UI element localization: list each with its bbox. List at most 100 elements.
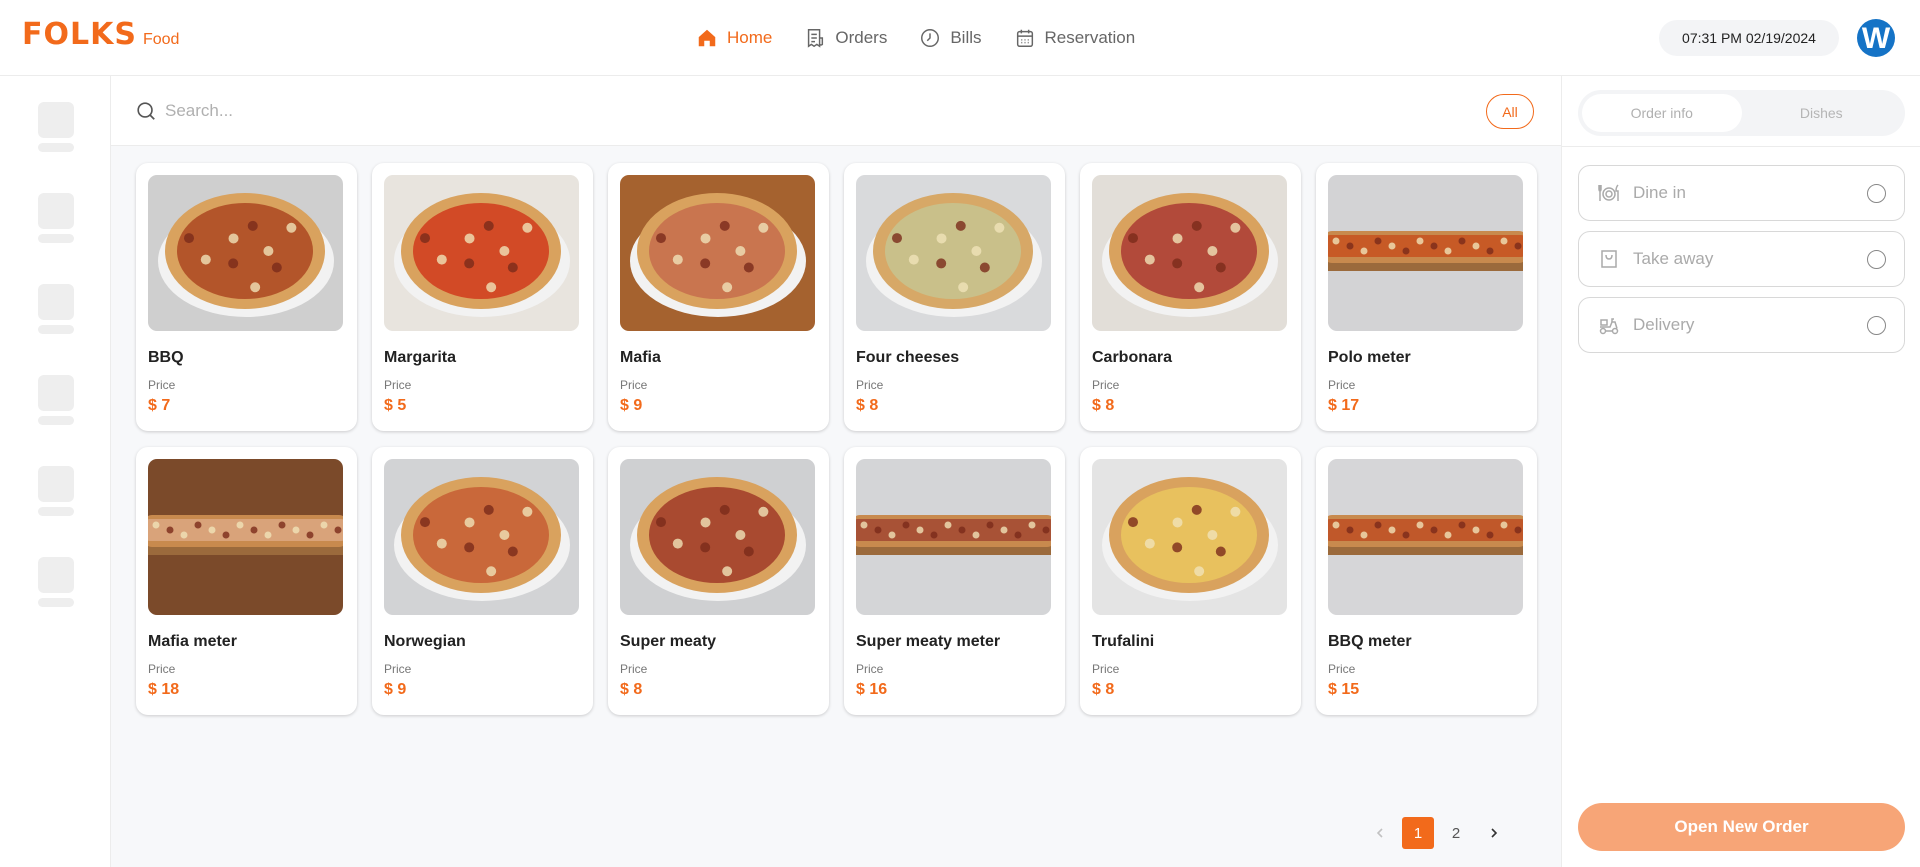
nav-orders[interactable]: Orders bbox=[804, 24, 887, 52]
datetime-display: 07:31 PM 02/19/2024 bbox=[1659, 20, 1839, 56]
chevron-right-icon bbox=[1491, 828, 1498, 838]
dine-in-radio[interactable] bbox=[1867, 183, 1886, 203]
open-new-order-button[interactable]: Open New Order bbox=[1578, 803, 1905, 851]
dish-card[interactable]: Trufalini Price $ 8 bbox=[1080, 447, 1301, 715]
dish-image bbox=[1328, 459, 1523, 615]
brand-logo[interactable]: FOLKS Food bbox=[22, 20, 179, 50]
search-input[interactable] bbox=[165, 96, 1065, 126]
dish-price: $ 8 bbox=[1092, 397, 1115, 414]
dish-card[interactable]: BBQ Price $ 7 bbox=[136, 163, 357, 431]
dish-card[interactable]: Mafia meter Price $ 18 bbox=[136, 447, 357, 715]
pizza-photo bbox=[856, 459, 1051, 615]
sidebar-item-skeleton[interactable] bbox=[38, 284, 74, 334]
dish-name: Mafia bbox=[620, 349, 661, 366]
dish-price: $ 16 bbox=[856, 681, 888, 698]
sidebar-item-skeleton[interactable] bbox=[38, 102, 74, 152]
dish-image bbox=[620, 459, 815, 615]
dish-name: Four cheeses bbox=[856, 349, 960, 366]
dish-image bbox=[148, 175, 343, 331]
filter-all-chip[interactable]: All bbox=[1486, 94, 1534, 129]
delivery-radio[interactable] bbox=[1867, 315, 1886, 335]
dish-card[interactable]: Four cheeses Price $ 8 bbox=[844, 163, 1065, 431]
tab-order-info[interactable]: Order info bbox=[1582, 94, 1742, 132]
sidebar-item-skeleton[interactable] bbox=[38, 193, 74, 243]
tab-dishes[interactable]: Dishes bbox=[1742, 94, 1902, 132]
nav-home-label: Home bbox=[727, 28, 773, 47]
sidebar-icon-placeholder bbox=[38, 193, 74, 229]
pizza-photo bbox=[384, 175, 579, 331]
dine-in-icon bbox=[1598, 184, 1619, 201]
clock-icon bbox=[921, 29, 940, 47]
price-label: Price bbox=[1328, 378, 1356, 392]
order-type-delivery[interactable]: Delivery bbox=[1578, 297, 1905, 353]
dish-image bbox=[856, 459, 1051, 615]
sidebar-label-placeholder bbox=[38, 234, 74, 243]
avatar-initial: W bbox=[1861, 22, 1891, 55]
dish-image bbox=[1328, 175, 1523, 331]
next-page-button[interactable] bbox=[1478, 817, 1510, 849]
dish-card[interactable]: Margarita Price $ 5 bbox=[372, 163, 593, 431]
dish-image bbox=[620, 175, 815, 331]
sidebar-item-skeleton[interactable] bbox=[38, 375, 74, 425]
pizza-photo bbox=[148, 175, 343, 331]
nav-bills[interactable]: Bills bbox=[919, 24, 982, 52]
page-2-button[interactable]: 2 bbox=[1440, 817, 1472, 849]
logo-text: FOLKS bbox=[22, 17, 137, 52]
dish-image bbox=[856, 175, 1051, 331]
sidebar-icon-placeholder bbox=[38, 375, 74, 411]
nav-home[interactable]: Home bbox=[696, 24, 772, 52]
price-label: Price bbox=[620, 378, 648, 392]
user-avatar[interactable]: W bbox=[1857, 19, 1895, 57]
dish-price: $ 15 bbox=[1328, 681, 1360, 698]
dish-card[interactable]: Norwegian Price $ 9 bbox=[372, 447, 593, 715]
dish-price: $ 9 bbox=[620, 397, 643, 414]
sidebar-label-placeholder bbox=[38, 416, 74, 425]
dish-name: BBQ meter bbox=[1328, 633, 1412, 650]
dish-name: Carbonara bbox=[1092, 349, 1173, 366]
dish-price: $ 8 bbox=[620, 681, 643, 698]
main-content: All BBQ Price $ 7 Margarita Price $ 5 Mafia Pri… bbox=[111, 76, 1561, 867]
nav-bills-label: Bills bbox=[950, 28, 982, 47]
sidebar-label-placeholder bbox=[38, 598, 74, 607]
dish-card[interactable]: Mafia Price $ 9 bbox=[608, 163, 829, 431]
sidebar-item-skeleton[interactable] bbox=[38, 466, 74, 516]
dish-price: $ 8 bbox=[1092, 681, 1115, 698]
dish-name: Super meaty meter bbox=[856, 633, 1001, 650]
dish-card[interactable]: Super meaty Price $ 8 bbox=[608, 447, 829, 715]
sidebar-item-skeleton[interactable] bbox=[38, 557, 74, 607]
dine-in-label: Dine in bbox=[1633, 183, 1686, 202]
dish-name: Norwegian bbox=[384, 633, 466, 650]
sidebar-icon-placeholder bbox=[38, 284, 74, 320]
nav-reservation[interactable]: Reservation bbox=[1014, 24, 1135, 52]
home-icon bbox=[698, 29, 716, 47]
dish-name: Polo meter bbox=[1328, 349, 1411, 366]
dish-image bbox=[1092, 459, 1287, 615]
pizza-photo bbox=[620, 459, 815, 615]
pizza-photo bbox=[1328, 175, 1523, 331]
prev-page-button[interactable] bbox=[1364, 817, 1396, 849]
order-type-take-away[interactable]: Take away bbox=[1578, 231, 1905, 287]
take-away-radio[interactable] bbox=[1867, 249, 1886, 269]
price-label: Price bbox=[620, 662, 648, 676]
dish-image bbox=[384, 459, 579, 615]
pizza-photo bbox=[620, 175, 815, 331]
dish-name: BBQ bbox=[148, 349, 184, 366]
dish-card[interactable]: Super meaty meter Price $ 16 bbox=[844, 447, 1065, 715]
dish-name: Margarita bbox=[384, 349, 457, 366]
nav-orders-label: Orders bbox=[835, 28, 888, 47]
dish-card[interactable]: Carbonara Price $ 8 bbox=[1080, 163, 1301, 431]
order-type-dine-in[interactable]: Dine in bbox=[1578, 165, 1905, 221]
pizza-photo bbox=[1092, 175, 1287, 331]
pizza-photo bbox=[384, 459, 579, 615]
dish-image bbox=[384, 175, 579, 331]
top-header: FOLKS Food Home Orders Bills Reservation… bbox=[0, 0, 1920, 76]
dish-price: $ 7 bbox=[148, 397, 171, 414]
page-1-button[interactable]: 1 bbox=[1402, 817, 1434, 849]
dish-image bbox=[1092, 175, 1287, 331]
dish-image bbox=[148, 459, 343, 615]
shopping-bag-icon bbox=[1601, 250, 1617, 268]
receipt-icon bbox=[808, 29, 824, 48]
dish-card[interactable]: BBQ meter Price $ 15 bbox=[1316, 447, 1537, 715]
dish-card[interactable]: Polo meter Price $ 17 bbox=[1316, 163, 1537, 431]
pagination: 1 2 bbox=[1364, 817, 1516, 849]
